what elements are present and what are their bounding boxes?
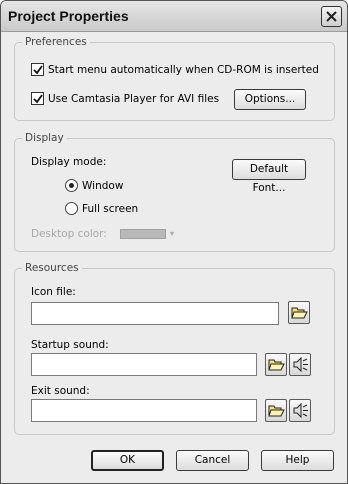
exit-sound-play-button[interactable] [289,399,311,422]
close-button[interactable] [321,6,342,27]
title-bar: Project Properties [1,1,347,32]
startup-sound-browse-button[interactable] [265,353,287,376]
checkmark-icon [33,94,43,104]
speaker-icon [293,403,308,418]
exit-sound-input[interactable] [31,399,257,422]
open-folder-icon [268,359,285,371]
dropdown-arrow-icon: ▾ [170,229,175,238]
autostart-label[interactable]: Start menu automatically when CD-ROM is … [48,63,319,77]
window-mode-radio[interactable] [65,179,78,192]
camtasia-player-label[interactable]: Use Camtasia Player for AVI files [48,92,219,106]
autostart-checkbox[interactable] [31,63,44,76]
open-folder-icon [268,405,285,417]
resources-legend: Resources [22,262,82,275]
close-icon [326,11,337,22]
icon-file-input[interactable] [31,302,279,325]
preferences-legend: Preferences [22,36,90,49]
desktop-color-picker [120,229,166,239]
startup-sound-label: Startup sound: [31,339,109,351]
icon-file-label: Icon file: [31,286,76,298]
desktop-color-label: Desktop color: [31,228,107,240]
options-button[interactable]: Options... [234,89,306,110]
exit-sound-browse-button[interactable] [265,399,287,422]
camtasia-player-checkbox[interactable] [31,92,44,105]
display-legend: Display [22,132,67,145]
radio-selected-dot [69,183,74,188]
startup-sound-play-button[interactable] [289,353,311,376]
fullscreen-mode-radio[interactable] [65,202,78,215]
help-button[interactable]: Help [261,450,334,471]
cancel-button[interactable]: Cancel [176,450,249,471]
ok-button[interactable]: OK [91,450,164,471]
window-title: Project Properties [8,8,129,24]
default-font-button[interactable]: Default Font... [232,159,306,194]
open-folder-icon [291,307,308,319]
project-properties-dialog: Project Properties Preferences Start men… [0,0,348,484]
display-mode-label: Display mode: [31,156,107,168]
icon-file-browse-button[interactable] [288,301,310,324]
startup-sound-input[interactable] [31,353,257,376]
exit-sound-label: Exit sound: [31,385,90,397]
checkmark-icon [33,65,43,75]
fullscreen-mode-label[interactable]: Full screen [82,202,138,216]
speaker-icon [293,357,308,372]
window-mode-label[interactable]: Window [82,179,123,193]
